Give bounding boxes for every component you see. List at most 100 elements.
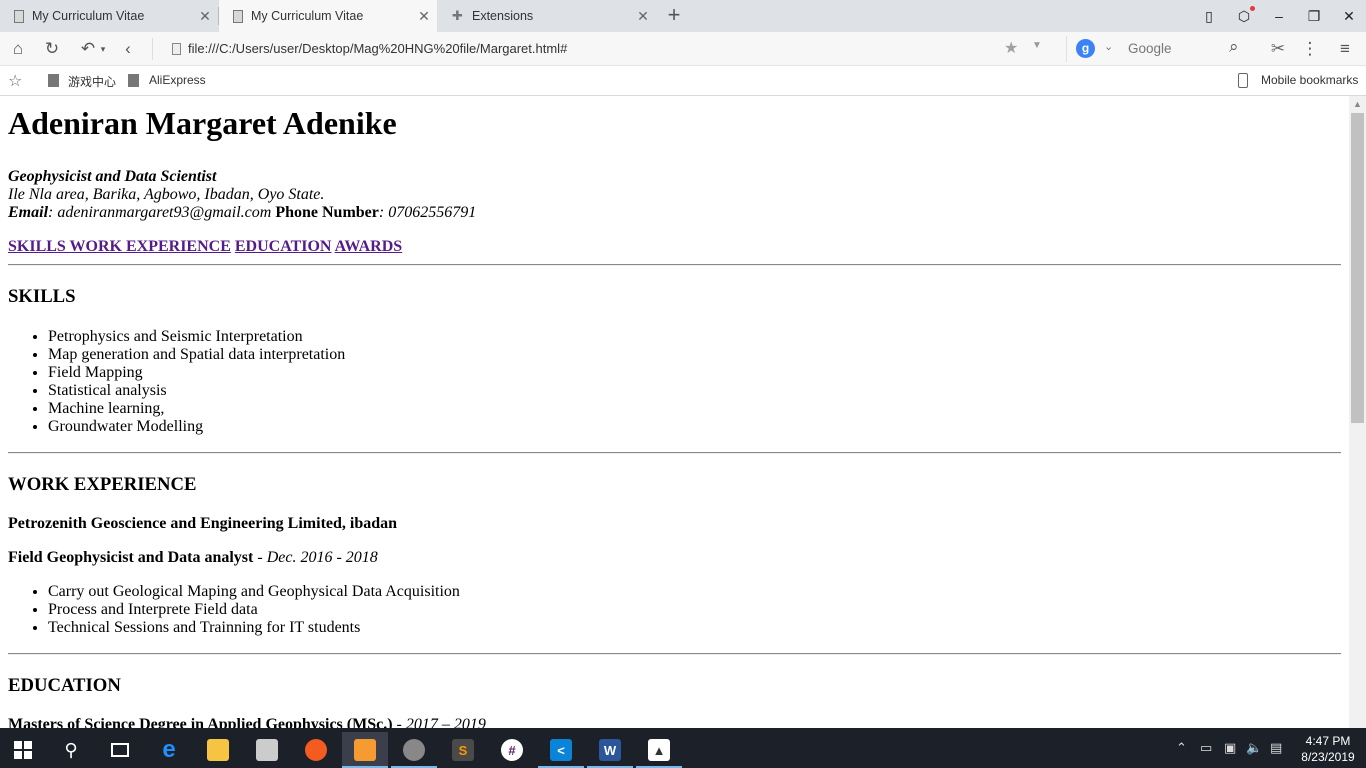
notification-dot	[1250, 6, 1255, 11]
tab-title: My Curriculum Vitae	[251, 9, 364, 23]
volume-icon[interactable]: 🔈	[1246, 740, 1262, 756]
window-close-button[interactable]: ✕	[1338, 6, 1360, 26]
word-app[interactable]: W	[587, 732, 633, 768]
url-text[interactable]: file:///C:/Users/user/Desktop/Mag%20HNG%…	[188, 41, 567, 56]
new-tab-button[interactable]: +	[664, 4, 684, 26]
system-clock[interactable]: 4:47 PM 8/23/2019	[1294, 733, 1362, 765]
back-icon[interactable]: ‹	[118, 39, 138, 59]
bookmark-item[interactable]: AliExpress	[149, 73, 206, 87]
star-outline-icon[interactable]: ☆	[8, 71, 22, 91]
nav-link-education[interactable]: EDUCATION	[235, 238, 332, 255]
word-icon: W	[599, 739, 621, 761]
photos-icon: ▲	[648, 739, 670, 761]
sublime-icon: S	[452, 739, 474, 761]
close-icon[interactable]: ✕	[417, 9, 431, 23]
list-item: Petrophysics and Seismic Interpretation	[48, 328, 1341, 346]
restore-button[interactable]: ❐	[1303, 6, 1325, 26]
page-icon	[172, 43, 181, 55]
bookmark-star-icon[interactable]: ★	[1004, 38, 1018, 58]
chevron-up-icon[interactable]: ⌃	[1176, 740, 1187, 756]
search-taskbar-button[interactable]: ⚲	[48, 732, 94, 768]
start-button[interactable]	[0, 732, 46, 768]
bookmarks-bar: ☆ 游戏中心 AliExpress Mobile bookmarks	[0, 66, 1366, 96]
chevron-down-icon[interactable]: ⌄	[1104, 40, 1113, 53]
task-view-button[interactable]	[97, 732, 143, 768]
bookmark-page-icon	[128, 74, 139, 87]
edge-app[interactable]: e	[146, 732, 192, 768]
divider	[8, 452, 1341, 454]
battery-icon[interactable]: ▭	[1200, 740, 1212, 756]
windows-icon	[14, 741, 32, 759]
skills-heading: SKILLS	[8, 286, 76, 307]
minimize-button[interactable]: –	[1268, 6, 1290, 26]
photos-app[interactable]: ▲	[636, 732, 682, 768]
cv-contact: Email: adeniranmargaret93@gmail.com Phon…	[8, 204, 1341, 222]
scissors-icon[interactable]: ✂	[1268, 39, 1288, 59]
nav-link-awards[interactable]: AWARDS	[335, 238, 403, 255]
browser-icon	[354, 739, 376, 761]
scroll-up-icon[interactable]: ▲	[1353, 99, 1362, 109]
taskbar: ⚲ e S # < W ▲	[0, 728, 1366, 768]
store-app[interactable]	[244, 732, 290, 768]
mobile-bookmarks[interactable]: Mobile bookmarks	[1261, 73, 1358, 87]
sidebar-toggle-icon[interactable]: ▯	[1198, 6, 1220, 26]
list-item: Process and Interprete Field data	[48, 601, 1341, 619]
tab-title: Extensions	[472, 9, 534, 23]
network-icon[interactable]: ▣	[1224, 740, 1236, 756]
browser-app[interactable]	[342, 732, 388, 768]
sublime-app[interactable]: S	[440, 732, 486, 768]
task-view-icon	[111, 743, 129, 757]
divider	[8, 264, 1341, 266]
chevron-down-icon[interactable]: ▼	[1032, 40, 1042, 51]
tab-extensions[interactable]: ✚ Extensions ✕	[438, 0, 656, 32]
list-item: Machine learning,	[48, 400, 1341, 418]
file-explorer-app[interactable]	[195, 732, 241, 768]
list-item: Map generation and Spatial data interpre…	[48, 346, 1341, 364]
job-role: Field Geophysicist and Data analyst - De…	[8, 549, 378, 566]
search-engine-icon[interactable]: g	[1076, 39, 1095, 58]
work-list: Carry out Geological Maping and Geophysi…	[48, 583, 1341, 637]
more-icon[interactable]: ⋮	[1300, 39, 1320, 59]
chevron-down-icon[interactable]: ▾	[93, 39, 113, 59]
tab-title: My Curriculum Vitae	[32, 9, 145, 23]
nav-link-skills-work[interactable]: SKILLS WORK EXPERIENCE	[8, 238, 231, 255]
list-item: Groundwater Modelling	[48, 418, 1341, 436]
work-heading: WORK EXPERIENCE	[8, 474, 197, 495]
divider	[8, 653, 1341, 655]
tool-app[interactable]	[391, 732, 437, 768]
divider	[152, 38, 153, 60]
list-item: Carry out Geological Maping and Geophysi…	[48, 583, 1341, 601]
tab-strip: My Curriculum Vitae ✕ My Curriculum Vita…	[0, 0, 1366, 32]
vertical-scrollbar[interactable]: ▲	[1349, 96, 1366, 728]
company-name: Petrozenith Geoscience and Engineering L…	[8, 515, 398, 532]
home-icon[interactable]: ⌂	[8, 39, 28, 59]
phone-label: Phone Number	[275, 204, 379, 221]
menu-icon[interactable]: ≡	[1335, 39, 1355, 59]
email-label: Email	[8, 204, 49, 221]
firefox-app[interactable]	[293, 732, 339, 768]
search-input[interactable]: Google	[1128, 41, 1172, 56]
notification-icon[interactable]: ▤	[1270, 740, 1282, 756]
close-icon[interactable]: ✕	[198, 9, 212, 23]
search-box[interactable]: g ⌄ Google ⌕	[1066, 36, 1252, 62]
education-heading: EDUCATION	[8, 675, 121, 696]
vscode-icon: <	[550, 739, 572, 761]
degree-line: Masters of Science Degree in Applied Geo…	[8, 716, 1341, 728]
address-bar[interactable]: file:///C:/Users/user/Desktop/Mag%20HNG%…	[160, 36, 1055, 62]
list-item: Field Mapping	[48, 364, 1341, 382]
scrollbar-thumb[interactable]	[1351, 113, 1364, 423]
tab-cv-1[interactable]: My Curriculum Vitae ✕	[0, 0, 218, 32]
list-item: Technical Sessions and Trainning for IT …	[48, 619, 1341, 637]
close-icon[interactable]: ✕	[636, 9, 650, 23]
search-icon[interactable]: ⌕	[1229, 37, 1239, 57]
clock-date: 8/23/2019	[1301, 750, 1355, 764]
slack-app[interactable]: #	[489, 732, 535, 768]
firefox-icon	[305, 739, 327, 761]
tab-cv-2[interactable]: My Curriculum Vitae ✕	[219, 0, 437, 32]
vscode-app[interactable]: <	[538, 732, 584, 768]
phone-value: : 07062556791	[378, 204, 477, 221]
reload-icon[interactable]: ↻	[42, 39, 62, 59]
bookmark-item[interactable]: 游戏中心	[68, 73, 116, 90]
email-value: : adeniranmargaret93@gmail.com	[48, 204, 272, 221]
cv-name: Adeniran Margaret Adenike	[8, 105, 397, 141]
